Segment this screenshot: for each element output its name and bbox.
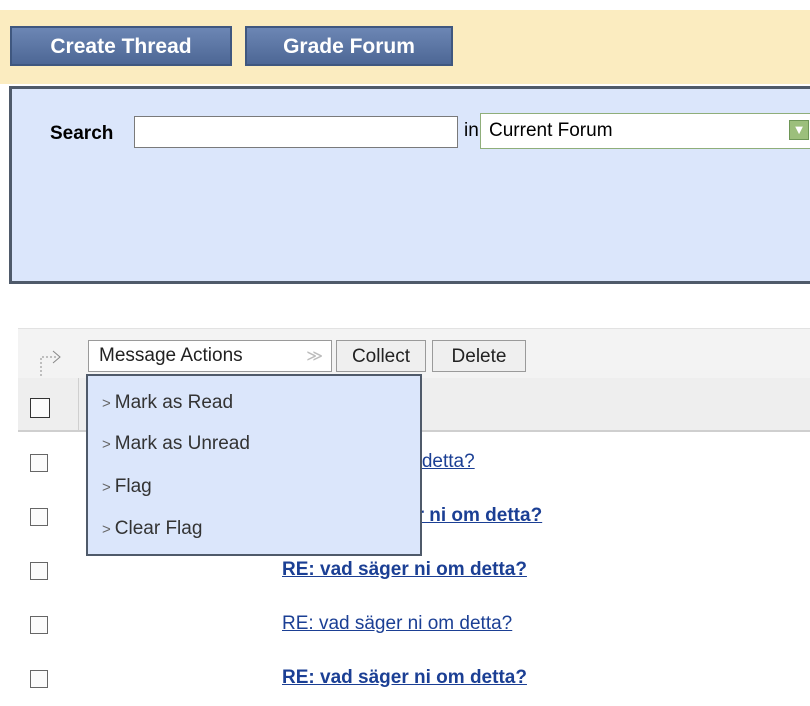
grade-forum-button[interactable]: Grade Forum	[245, 26, 453, 66]
chevron-down-icon[interactable]: ▼	[789, 120, 809, 140]
menu-item-label: Mark as Unread	[114, 433, 250, 454]
collect-button[interactable]: Collect	[336, 340, 426, 372]
scope-selected-value: Current Forum	[489, 120, 613, 141]
select-all-checkbox[interactable]	[30, 398, 50, 418]
in-label: in	[464, 120, 479, 141]
table-row: RE: vad säger ni om detta?	[18, 652, 810, 706]
double-chevron-down-icon: ≫	[306, 348, 323, 365]
search-input[interactable]	[134, 116, 458, 148]
row-checkbox[interactable]	[30, 616, 48, 634]
create-thread-button[interactable]: Create Thread	[10, 26, 232, 66]
message-actions-dropdown[interactable]: Message Actions ≫	[88, 340, 332, 372]
row-checkbox[interactable]	[30, 508, 48, 526]
select-arrow-icon	[40, 350, 61, 376]
search-label: Search	[50, 123, 114, 144]
menu-item-label: Clear Flag	[114, 518, 203, 539]
chevron-right-icon: >	[102, 436, 111, 453]
message-actions-label: Message Actions	[99, 345, 243, 366]
menu-item-label: Flag	[114, 476, 152, 497]
chevron-right-icon: >	[102, 521, 111, 538]
menu-item-mark-as-unread[interactable]: > Mark as Unread	[102, 433, 250, 455]
delete-button[interactable]: Delete	[432, 340, 526, 372]
thread-subject-link[interactable]: RE: vad säger ni om detta?	[282, 559, 527, 581]
menu-item-mark-as-read[interactable]: > Mark as Read	[102, 392, 233, 414]
list-toolbar: Message Actions ≫ Collect Delete	[18, 328, 810, 379]
chevron-right-icon: >	[102, 395, 111, 412]
search-panel: Search in Current Forum ▼	[9, 86, 810, 284]
menu-item-flag[interactable]: > Flag	[102, 476, 152, 498]
action-bar: Create Thread Grade Forum	[0, 10, 810, 84]
row-checkbox[interactable]	[30, 562, 48, 580]
thread-subject-link[interactable]: RE: vad säger ni om detta?	[282, 613, 512, 635]
table-row: RE: vad säger ni om detta?	[18, 598, 810, 652]
menu-item-clear-flag[interactable]: > Clear Flag	[102, 518, 202, 540]
row-checkbox[interactable]	[30, 454, 48, 472]
column-divider	[78, 378, 79, 430]
scope-select[interactable]: Current Forum ▼	[480, 113, 810, 149]
thread-subject-link[interactable]: er ni om detta?	[406, 505, 542, 527]
row-checkbox[interactable]	[30, 670, 48, 688]
chevron-right-icon: >	[102, 479, 111, 496]
menu-item-label: Mark as Read	[114, 392, 234, 413]
thread-subject-link[interactable]: RE: vad säger ni om detta?	[282, 667, 527, 689]
message-actions-menu: > Mark as Read > Mark as Unread > Flag > Cle…	[86, 374, 422, 556]
